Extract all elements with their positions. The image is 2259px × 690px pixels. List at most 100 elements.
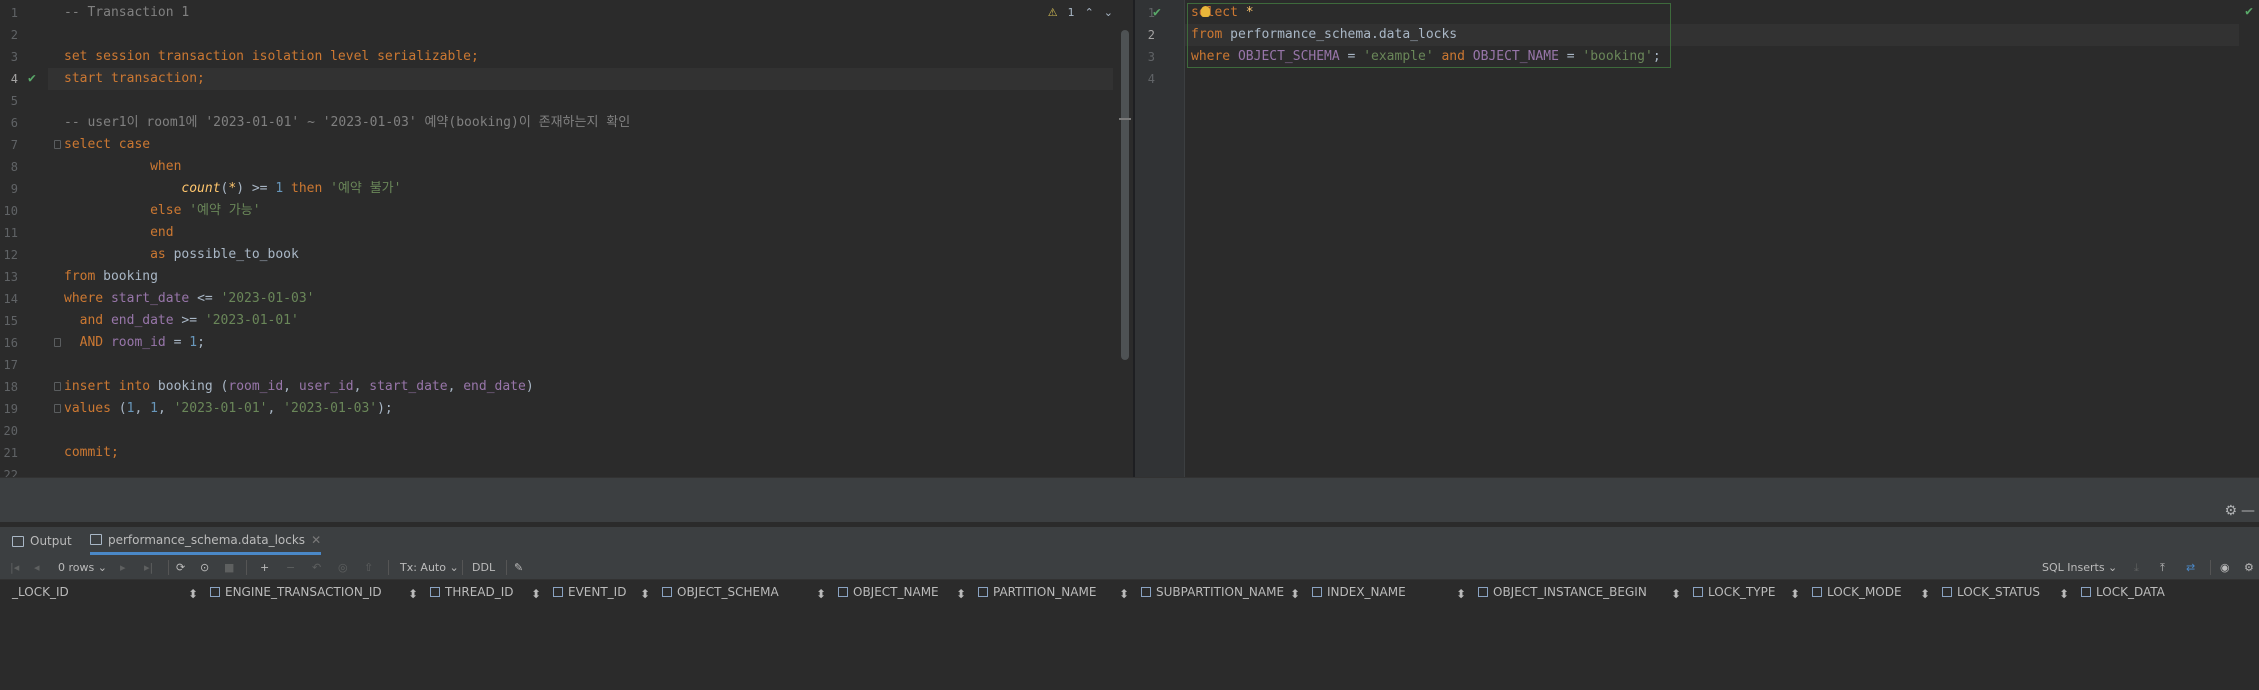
code-line[interactable] <box>1191 68 2239 90</box>
code-line[interactable] <box>64 420 1113 442</box>
column-header[interactable]: THREAD_ID <box>430 580 514 604</box>
code-line[interactable]: count(*) >= 1 then '예약 불가' <box>64 178 1113 200</box>
inspection-widget[interactable]: ⚠ 1 ⌃ ⌄ <box>1048 6 1113 19</box>
column-header[interactable]: LOCK_STATUS <box>1942 580 2040 604</box>
sort-icon[interactable]: ⬍ <box>1290 587 1300 601</box>
code-line[interactable] <box>64 90 1113 112</box>
first-page-icon[interactable]: |◂ <box>10 555 19 580</box>
prev-problem-icon[interactable]: ⌃ <box>1085 6 1094 19</box>
code-token: ) >= <box>236 181 276 196</box>
column-header[interactable]: EVENT_ID <box>553 580 626 604</box>
left-editor[interactable]: 1 2 3 4 ✔ 5 6 7 8 9 10 11 12 13 14 15 16 17 18 19 20 21 22 -- … <box>0 0 1133 477</box>
code-line[interactable] <box>64 24 1113 46</box>
column-header-label: OBJECT_SCHEMA <box>677 585 779 599</box>
tx-mode-dropdown[interactable]: Tx: Auto ⌄ <box>400 555 459 580</box>
panel-separator[interactable] <box>0 477 2259 500</box>
line-number: 20 <box>3 424 18 438</box>
code-line[interactable]: insert into booking (room_id, user_id, s… <box>64 376 1113 398</box>
next-problem-icon[interactable]: ⌄ <box>1104 6 1113 19</box>
column-header[interactable]: _LOCK_ID <box>12 580 69 604</box>
rows-count-dropdown[interactable]: 0 rows ⌄ <box>58 555 107 580</box>
fold-marker-icon[interactable] <box>54 382 61 391</box>
left-scrollbar-thumb[interactable] <box>1121 30 1129 360</box>
reload-icon[interactable]: ⟳ <box>176 555 185 580</box>
compare-icon[interactable]: ⇄ <box>2186 555 2195 580</box>
sql-mode-dropdown[interactable]: SQL Inserts ⌄ <box>2042 555 2117 580</box>
close-icon[interactable]: ✕ <box>311 526 321 554</box>
import-icon[interactable]: ⤒ <box>2160 555 2165 580</box>
export-icon[interactable]: ⤓ <box>2134 555 2139 580</box>
delete-row-icon[interactable]: − <box>286 555 295 580</box>
revert-icon[interactable]: ↶ <box>312 555 321 580</box>
gear-icon[interactable]: ⚙ <box>2224 503 2237 519</box>
code-line[interactable]: set session transaction isolation level … <box>64 46 1113 68</box>
code-line[interactable]: as possible_to_book <box>64 244 1113 266</box>
add-row-icon[interactable]: + <box>260 555 269 580</box>
prev-page-icon[interactable]: ◂ <box>34 555 40 580</box>
code-line[interactable]: end <box>64 222 1113 244</box>
code-token: from <box>64 269 104 284</box>
right-editor[interactable]: 1 ✔ 2 3 4 select * from performance_schema.da… <box>1135 0 2259 477</box>
sort-icon[interactable]: ⬍ <box>2059 587 2069 601</box>
column-header[interactable]: INDEX_NAME <box>1312 580 1406 604</box>
tab-data-locks[interactable]: performance_schema.data_locks ✕ <box>90 526 322 555</box>
code-line[interactable] <box>64 464 1113 477</box>
gear-icon[interactable]: ⚙ <box>2244 555 2254 580</box>
minimize-icon[interactable]: — <box>2241 503 2255 519</box>
sort-icon[interactable]: ⬍ <box>408 587 418 601</box>
code-line[interactable]: when <box>64 156 1113 178</box>
column-header[interactable]: LOCK_DATA <box>2081 580 2165 604</box>
column-header-label: OBJECT_NAME <box>853 585 939 599</box>
column-header[interactable]: OBJECT_SCHEMA <box>662 580 779 604</box>
code-line[interactable]: -- user1이 room1에 '2023-01-01' ~ '2023-01… <box>64 112 1113 134</box>
sort-icon[interactable]: ⬍ <box>816 587 826 601</box>
preview-icon[interactable]: ◎ <box>338 555 348 580</box>
code-line[interactable]: and end_date >= '2023-01-01' <box>64 310 1113 332</box>
intention-bulb-icon[interactable] <box>1201 6 1210 17</box>
code-line[interactable]: -- Transaction 1 <box>64 2 1113 24</box>
column-header[interactable]: PARTITION_NAME <box>978 580 1096 604</box>
last-page-icon[interactable]: ▸| <box>144 555 153 580</box>
sort-icon[interactable]: ⬍ <box>188 587 198 601</box>
sort-icon[interactable]: ⬍ <box>1119 587 1129 601</box>
code-line[interactable]: AND room_id = 1; <box>64 332 1113 354</box>
pin-icon[interactable]: ✎ <box>514 555 523 580</box>
sort-icon[interactable]: ⬍ <box>640 587 650 601</box>
submit-icon[interactable]: ⇧ <box>364 555 373 580</box>
query-icon[interactable]: ⊙ <box>200 555 209 580</box>
column-header[interactable]: LOCK_MODE <box>1812 580 1902 604</box>
next-page-icon[interactable]: ▸ <box>120 555 126 580</box>
sort-icon[interactable]: ⬍ <box>1790 587 1800 601</box>
code-line[interactable]: commit; <box>64 442 1113 464</box>
column-header[interactable]: ENGINE_TRANSACTION_ID <box>210 580 382 604</box>
column-header[interactable]: SUBPARTITION_NAME <box>1141 580 1284 604</box>
column-icon <box>553 587 563 597</box>
left-gutter: 1 2 3 4 ✔ 5 6 7 8 9 10 11 12 13 14 15 16 17 18 19 20 21 22 <box>0 0 48 477</box>
column-header[interactable]: LOCK_TYPE <box>1693 580 1775 604</box>
sort-icon[interactable]: ⬍ <box>531 587 541 601</box>
tab-output[interactable]: Output <box>12 527 72 555</box>
fold-marker-icon[interactable] <box>54 140 61 149</box>
code-token: end_date <box>463 379 526 394</box>
fold-marker-icon[interactable] <box>54 404 61 413</box>
code-line[interactable] <box>64 354 1113 376</box>
fold-marker-icon[interactable] <box>54 338 61 347</box>
code-line[interactable]: else '예약 가능' <box>64 200 1113 222</box>
code-line[interactable]: from booking <box>64 266 1113 288</box>
sort-icon[interactable]: ⬍ <box>1456 587 1466 601</box>
left-scrollbar[interactable] <box>1121 30 1129 360</box>
code-line[interactable]: values (1, 1, '2023-01-01', '2023-01-03'… <box>64 398 1113 420</box>
column-icon <box>662 587 672 597</box>
code-line[interactable]: where start_date <= '2023-01-03' <box>64 288 1113 310</box>
code-line[interactable]: start transaction; <box>48 68 1113 90</box>
sort-icon[interactable]: ⬍ <box>956 587 966 601</box>
sort-icon[interactable]: ⬍ <box>1920 587 1930 601</box>
ddl-button[interactable]: DDL <box>472 555 495 580</box>
stop-icon[interactable]: ■ <box>224 555 234 580</box>
view-icon[interactable]: ◉ <box>2220 555 2230 580</box>
column-header[interactable]: OBJECT_NAME <box>838 580 939 604</box>
sort-icon[interactable]: ⬍ <box>1671 587 1681 601</box>
code-line[interactable]: select case <box>64 134 1113 156</box>
column-header[interactable]: OBJECT_INSTANCE_BEGIN <box>1478 580 1647 604</box>
